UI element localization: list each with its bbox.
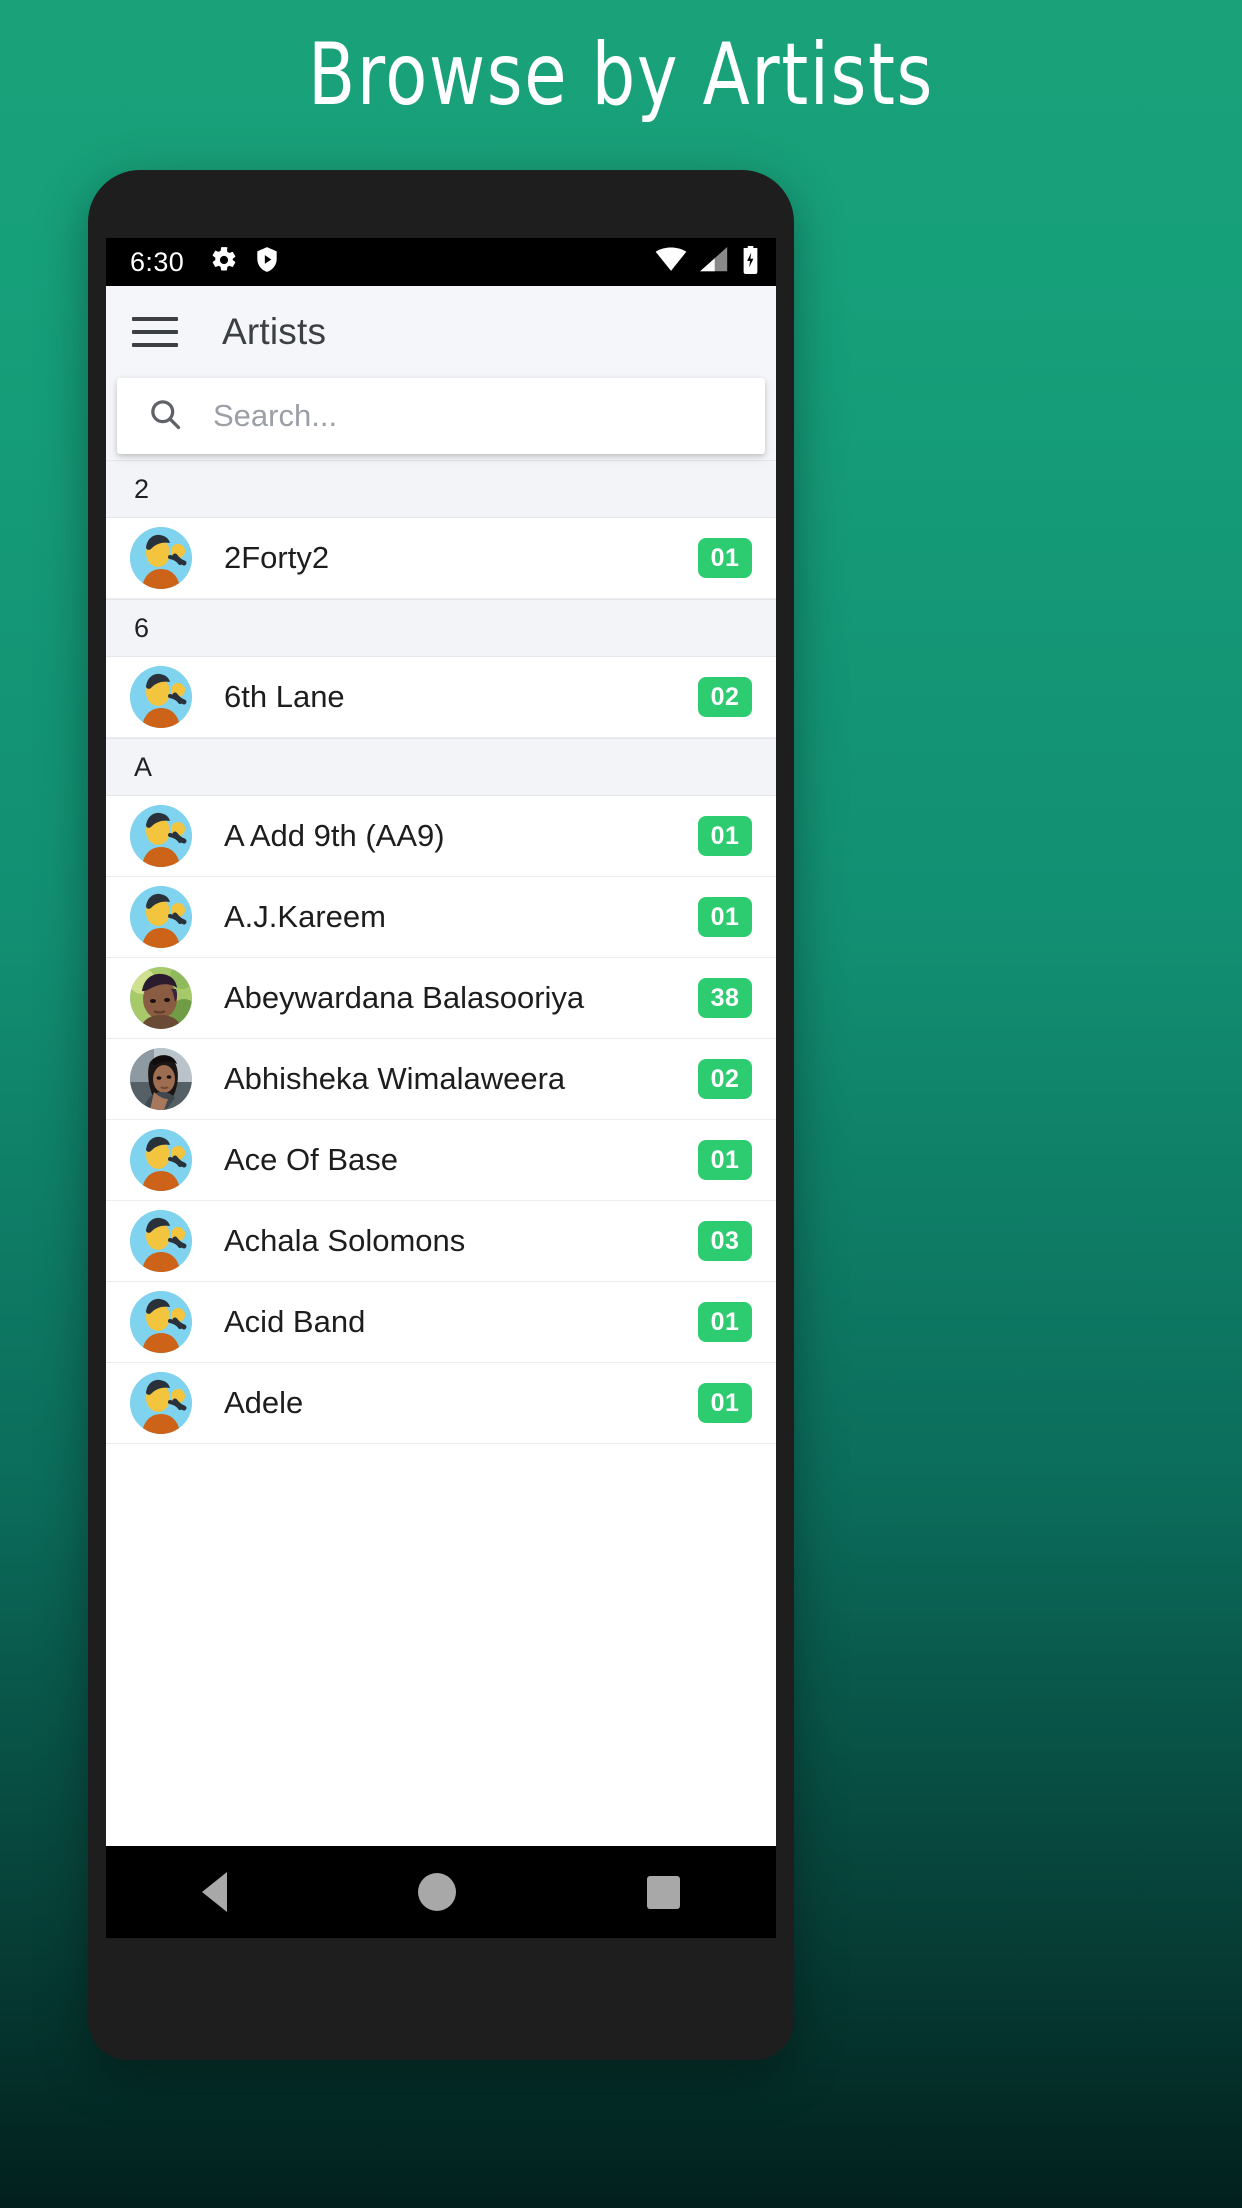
track-count-badge: 38 xyxy=(698,978,752,1018)
status-bar-notification-icons xyxy=(210,246,280,279)
default-artist-avatar-art xyxy=(130,886,192,948)
artist-name: A Add 9th (AA9) xyxy=(224,818,445,853)
artist-avatar xyxy=(130,1291,192,1353)
default-artist-avatar-art xyxy=(130,805,192,867)
default-artist-avatar-art xyxy=(130,1210,192,1272)
artist-avatar xyxy=(130,1210,192,1272)
artist-name: Abeywardana Balasooriya xyxy=(224,980,585,1015)
artist-row[interactable]: 6th Lane 02 xyxy=(106,657,776,738)
search-bar-container xyxy=(106,378,776,460)
phone-mockup: 6:30 Artists Search... 2 2Forty2 01 6 6t… xyxy=(88,170,794,2060)
artist-row[interactable]: Achala Solomons 03 xyxy=(106,1201,776,1282)
search-input[interactable] xyxy=(213,398,696,434)
section-header: A xyxy=(106,738,776,796)
page-title: Artists xyxy=(222,311,327,352)
gear-icon xyxy=(210,246,238,279)
default-artist-avatar-art xyxy=(130,666,192,728)
track-count-badge: 01 xyxy=(698,1140,752,1180)
default-artist-avatar-art xyxy=(130,1291,192,1353)
hamburger-line-2 xyxy=(132,330,178,334)
track-count-badge: 01 xyxy=(698,816,752,856)
status-bar-system-icons xyxy=(655,245,760,279)
artist-avatar xyxy=(130,527,192,589)
artist-name: Adele xyxy=(224,1385,304,1420)
artist-avatar xyxy=(130,967,192,1029)
battery-charging-icon xyxy=(741,245,760,279)
android-navigation-bar xyxy=(106,1846,776,1938)
artist-avatar xyxy=(130,805,192,867)
artist-row[interactable]: A Add 9th (AA9) 01 xyxy=(106,796,776,877)
artist-name: 2Forty2 xyxy=(224,540,330,575)
search-icon xyxy=(147,396,183,437)
promo-title: Browse by Artists xyxy=(308,25,934,125)
section-header: 6 xyxy=(106,599,776,657)
nav-home-icon[interactable] xyxy=(417,1873,456,1911)
artist-name: Acid Band xyxy=(224,1304,366,1339)
track-count-badge: 01 xyxy=(698,1302,752,1342)
track-count-badge: 01 xyxy=(698,897,752,937)
artist-name: Ace Of Base xyxy=(224,1142,399,1177)
artist-avatar xyxy=(130,666,192,728)
status-bar: 6:30 xyxy=(106,238,776,286)
artist-name: A.J.Kareem xyxy=(224,899,386,934)
hamburger-line-1 xyxy=(132,317,178,321)
search-box[interactable] xyxy=(117,378,765,454)
artist-list[interactable]: 2 2Forty2 01 6 6th Lane 02 A A Add 9th (AA9)… xyxy=(106,460,776,1846)
default-artist-avatar-art xyxy=(130,1129,192,1191)
artist-avatar xyxy=(130,886,192,948)
hamburger-line-3 xyxy=(132,343,178,347)
artist-row[interactable]: Acid Band 01 xyxy=(106,1282,776,1363)
artist-row[interactable]: Adele 01 xyxy=(106,1363,776,1444)
artist-avatar xyxy=(130,1372,192,1434)
artist-name: 6th Lane xyxy=(224,679,345,714)
artist-name: Abhisheka Wimalaweera xyxy=(224,1061,566,1096)
cell-signal-icon xyxy=(700,247,728,277)
artist-row[interactable]: Ace Of Base 01 xyxy=(106,1120,776,1201)
section-header: 2 xyxy=(106,460,776,518)
default-artist-avatar-art xyxy=(130,1372,192,1434)
artist-avatar xyxy=(130,1129,192,1191)
artist-row[interactable]: Abeywardana Balasooriya 38 xyxy=(106,958,776,1039)
artist-row[interactable]: 2Forty2 01 xyxy=(106,518,776,599)
status-bar-clock: 6:30 xyxy=(130,246,185,277)
artist-name: Achala Solomons xyxy=(224,1223,466,1258)
track-count-badge: 02 xyxy=(698,677,752,717)
track-count-badge: 01 xyxy=(698,1383,752,1423)
hamburger-menu-icon[interactable] xyxy=(132,314,178,350)
artist-row[interactable]: Abhisheka Wimalaweera 02 xyxy=(106,1039,776,1120)
artist-photo-avatar-art xyxy=(130,967,192,1029)
phone-screen: 6:30 Artists Search... 2 2Forty2 01 6 6t… xyxy=(106,238,776,1938)
nav-recent-apps-icon[interactable] xyxy=(647,1875,681,1909)
artist-row[interactable]: A.J.Kareem 01 xyxy=(106,877,776,958)
default-artist-avatar-art xyxy=(130,527,192,589)
track-count-badge: 02 xyxy=(698,1059,752,1099)
artist-photo-avatar-art xyxy=(130,1048,192,1110)
track-count-badge: 01 xyxy=(698,538,752,578)
shield-play-icon xyxy=(254,246,280,279)
nav-back-icon[interactable] xyxy=(201,1872,227,1912)
artist-avatar xyxy=(130,1048,192,1110)
track-count-badge: 03 xyxy=(698,1221,752,1261)
app-bar: Artists xyxy=(106,286,776,378)
wifi-icon xyxy=(655,247,687,277)
